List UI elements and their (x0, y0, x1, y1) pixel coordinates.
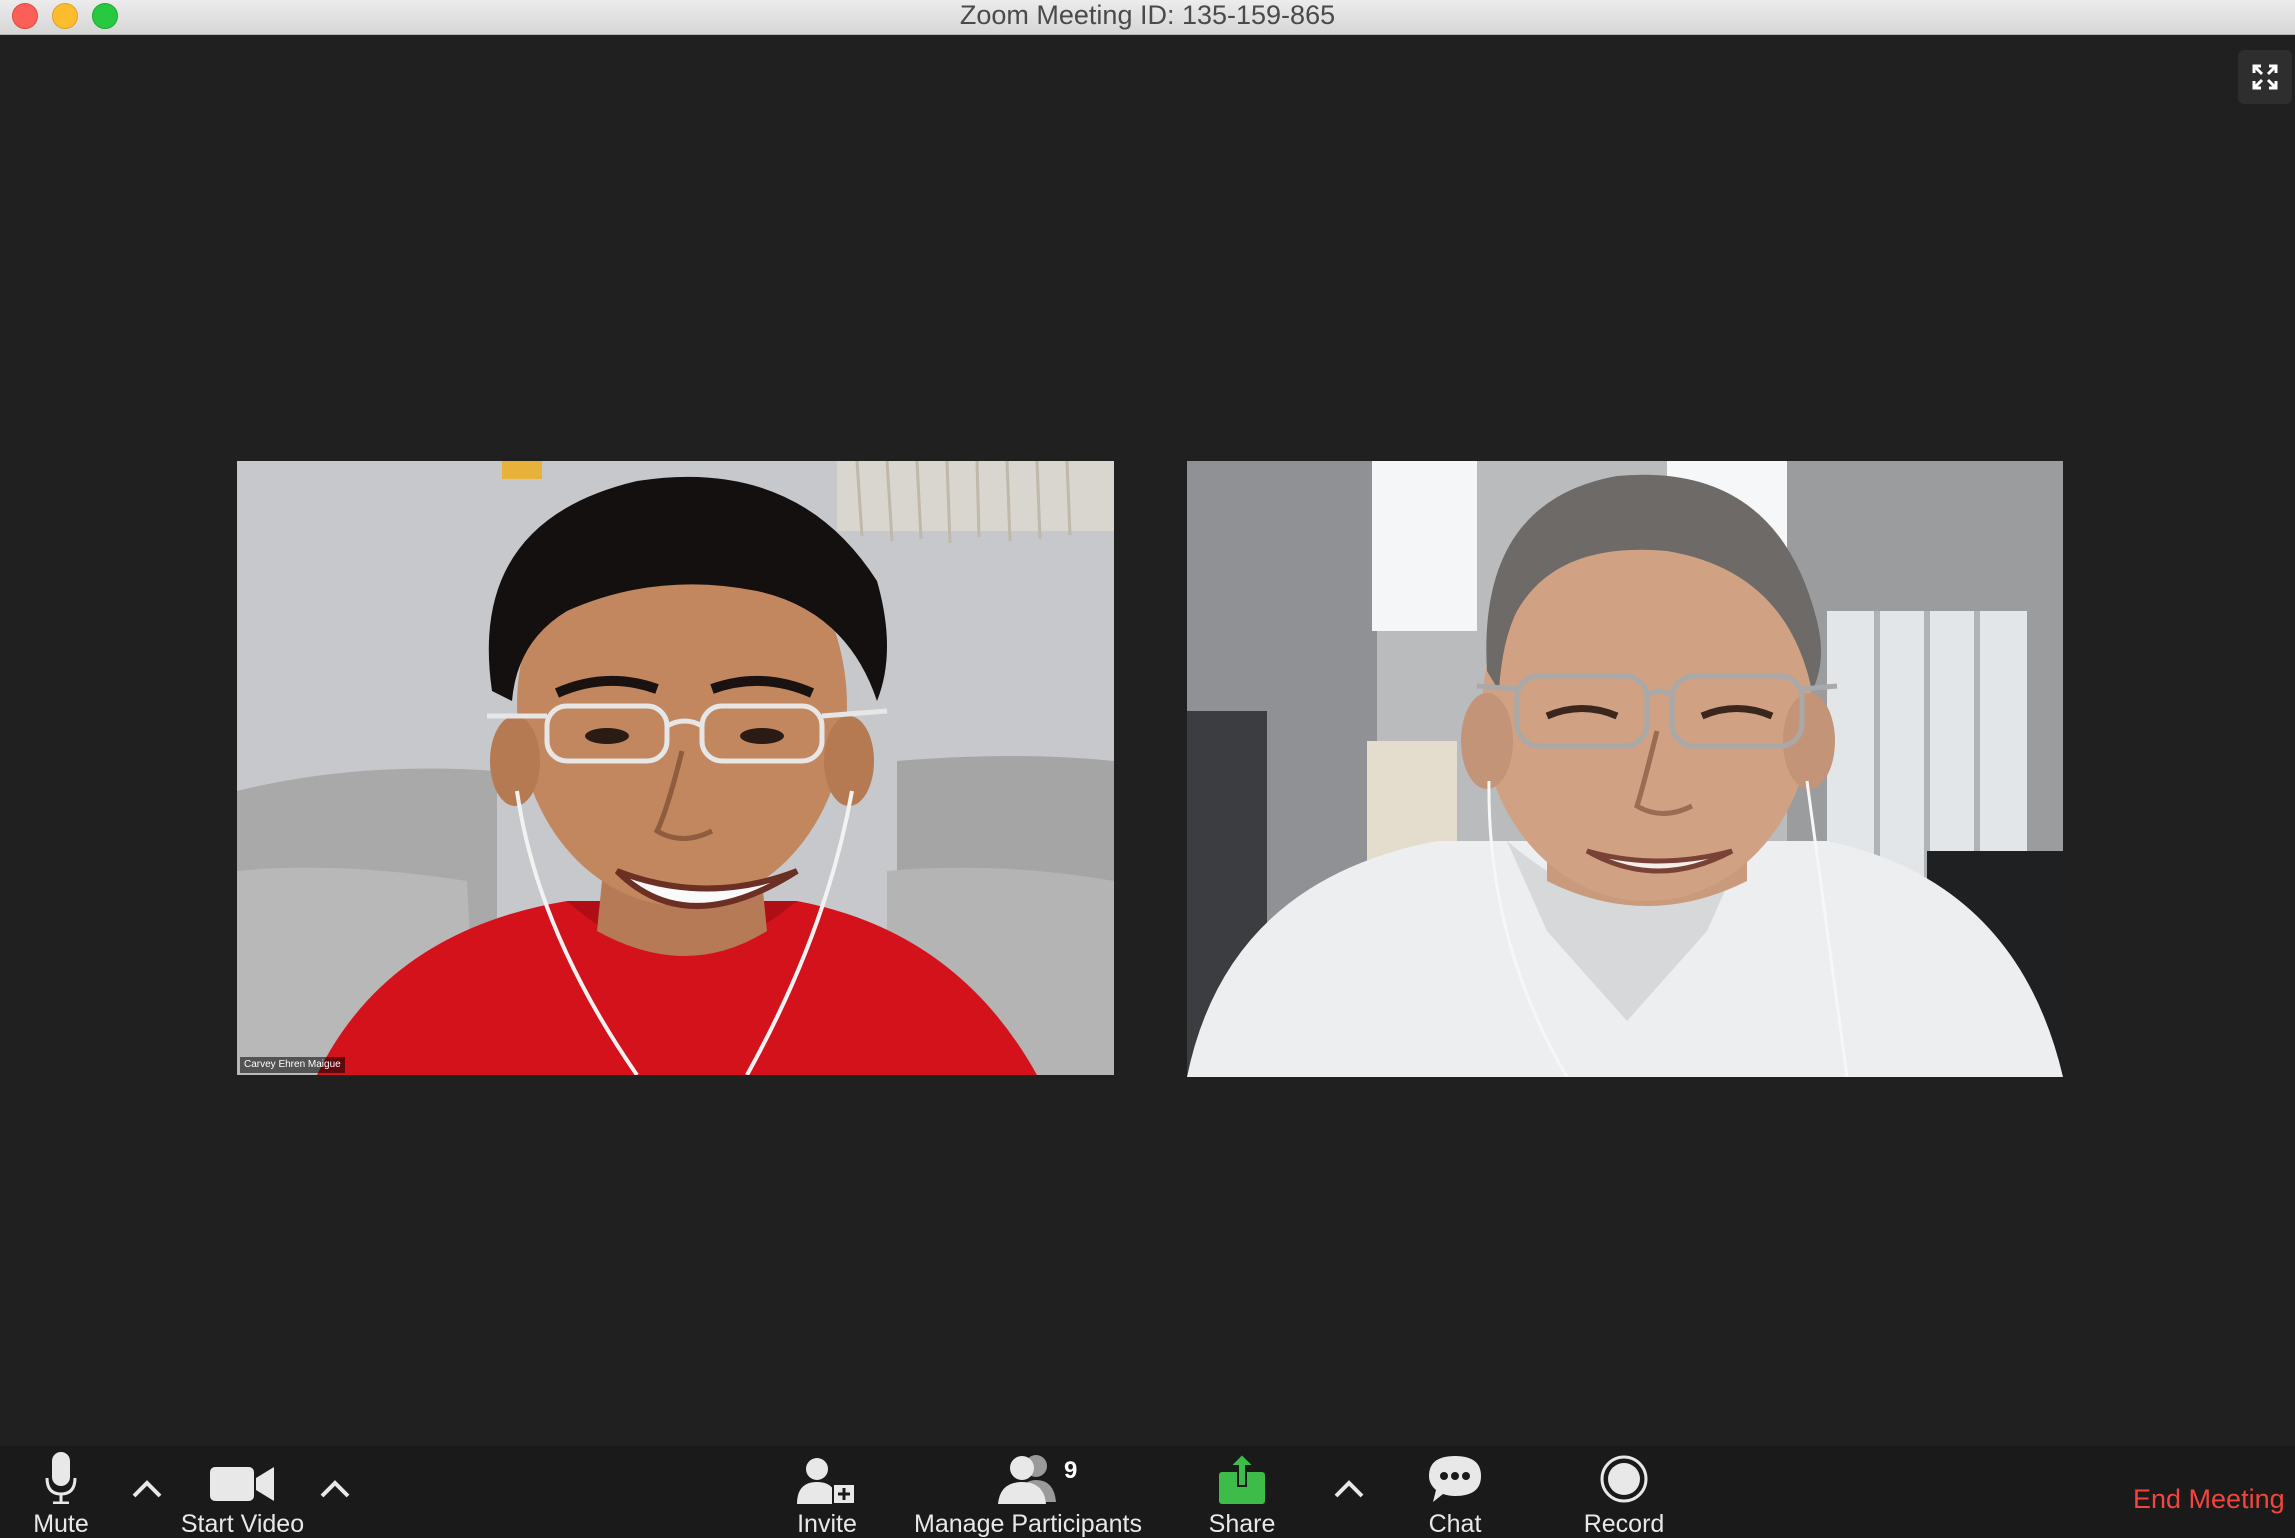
microphone-icon (45, 1452, 77, 1504)
end-meeting-button[interactable]: End Meeting (2133, 1484, 2285, 1515)
chat-bubble-icon (1429, 1456, 1481, 1502)
invite-user-icon (797, 1458, 856, 1504)
start-video-button[interactable]: Start Video (170, 1446, 315, 1538)
video-camera-icon (209, 1467, 274, 1501)
participant-video (237, 461, 1114, 1075)
mute-button[interactable]: Mute (21, 1446, 101, 1538)
record-button[interactable]: Record (1574, 1446, 1674, 1538)
window-title-bar: Zoom Meeting ID: 135-159-865 (0, 0, 2295, 35)
mute-label: Mute (33, 1510, 89, 1538)
chat-label: Chat (1428, 1510, 1482, 1538)
invite-button[interactable]: Invite (787, 1446, 867, 1538)
participant-video-tile[interactable] (1187, 461, 2063, 1077)
share-screen-icon (1219, 1454, 1265, 1504)
record-label: Record (1583, 1510, 1665, 1538)
chat-button[interactable]: Chat (1415, 1446, 1495, 1538)
participant-count-badge: 9 (1064, 1457, 1078, 1484)
fullscreen-icon (2252, 64, 2278, 90)
share-screen-button[interactable]: Share (1202, 1446, 1282, 1538)
video-options-chevron-up-icon[interactable] (317, 1474, 353, 1504)
manage-participants-label: Manage Participants (914, 1510, 1142, 1538)
participant-name-tag: Carvey Ehren Maigue (240, 1057, 345, 1073)
audio-options-chevron-up-icon[interactable] (129, 1474, 165, 1504)
start-video-label: Start Video (180, 1510, 305, 1538)
participant-video-tile[interactable]: Carvey Ehren Maigue (237, 461, 1114, 1075)
participant-video (1187, 461, 2063, 1077)
share-options-chevron-up-icon[interactable] (1331, 1474, 1367, 1504)
invite-label: Invite (797, 1510, 857, 1538)
window-title: Zoom Meeting ID: 135-159-865 (959, 0, 1336, 30)
manage-participants-button[interactable]: Manage Participants (913, 1446, 1143, 1538)
record-icon (1600, 1455, 1648, 1503)
fullscreen-button[interactable] (2238, 50, 2292, 104)
participants-icon (998, 1455, 1056, 1504)
share-label: Share (1208, 1510, 1276, 1538)
